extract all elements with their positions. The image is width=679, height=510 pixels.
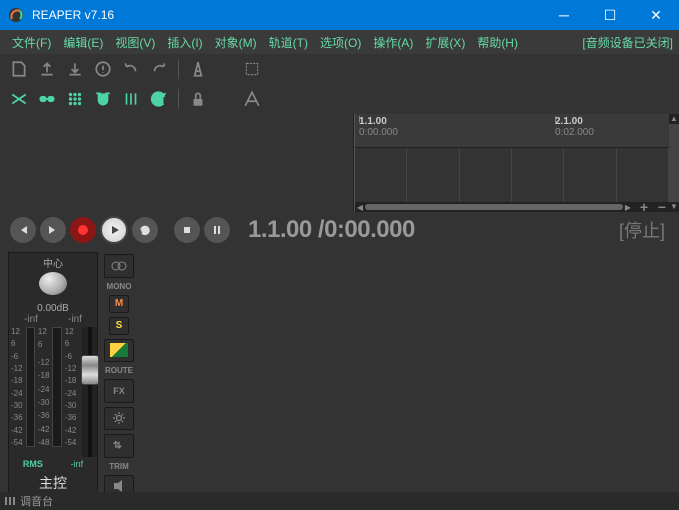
minimize-button[interactable]: ─ xyxy=(541,0,587,30)
statusbar: 调音台 xyxy=(0,492,679,510)
marquee-icon[interactable] xyxy=(241,58,263,80)
scroll-down-icon[interactable]: ▼ xyxy=(669,202,679,212)
timeline-ruler[interactable]: 1.1.00 0:00.000 2.1.00 0:02.000 xyxy=(355,114,669,148)
menu-file[interactable]: 文件(F) xyxy=(6,32,57,53)
toolbar-row-2 xyxy=(0,84,679,114)
fx-param-button[interactable] xyxy=(104,407,134,431)
meter-scale-right: 126-6-12-18-24-30-36-42-54 xyxy=(63,327,79,447)
rms-value: -inf xyxy=(71,459,84,469)
transport-state: [停止] xyxy=(619,217,665,243)
go-to-start-button[interactable] xyxy=(10,217,36,243)
play-button[interactable] xyxy=(100,216,128,244)
app-icon xyxy=(8,7,24,23)
meter-left xyxy=(26,327,35,447)
peak-right: -inf xyxy=(68,314,82,325)
route-button[interactable] xyxy=(104,339,134,363)
new-project-icon[interactable] xyxy=(8,58,30,80)
lock-icon[interactable] xyxy=(187,88,209,110)
volume-db-label[interactable]: 0.00dB xyxy=(37,303,69,314)
route-label: ROUTE xyxy=(104,366,134,375)
meter-right xyxy=(52,327,61,447)
fx-button[interactable]: FX xyxy=(104,379,134,403)
toolbar-row-1 xyxy=(0,54,679,84)
menu-extensions[interactable]: 扩展(X) xyxy=(419,32,471,53)
metronome-icon[interactable] xyxy=(187,58,209,80)
audio-device-status[interactable]: [音频设备已关闭] xyxy=(582,34,673,51)
pan-knob[interactable] xyxy=(39,272,67,295)
menu-edit[interactable]: 编辑(E) xyxy=(57,32,109,53)
volume-fader[interactable] xyxy=(82,327,97,457)
menubar: 文件(F) 编辑(E) 视图(V) 插入(I) 对象(M) 轨道(T) 选项(O… xyxy=(0,30,679,54)
meter-scale-left: 126-6-12-18-24-30-36-42-54 xyxy=(9,327,25,447)
scroll-left-icon[interactable]: ◀ xyxy=(355,203,365,212)
envelope-icon[interactable] xyxy=(241,88,263,110)
arrange-grid[interactable] xyxy=(355,148,669,202)
save-project-icon[interactable] xyxy=(64,58,86,80)
menu-track[interactable]: 轨道(T) xyxy=(263,32,314,53)
pause-button[interactable] xyxy=(204,217,230,243)
mixer-area: 中心 0.00dB -inf -inf 126-6-12-18-24-30-36… xyxy=(0,248,679,498)
mixer-icon xyxy=(4,495,16,507)
env-button[interactable] xyxy=(104,434,134,458)
zoom-in-h-button[interactable]: + xyxy=(637,199,651,215)
trim-label: TRIM xyxy=(104,462,134,471)
master-buttons-column: MONO M S ROUTE FX TRIM xyxy=(98,252,140,498)
undo-icon[interactable] xyxy=(120,58,142,80)
link-icon[interactable] xyxy=(36,88,58,110)
menu-actions[interactable]: 操作(A) xyxy=(367,32,419,53)
transport-bar: 1.1.00 /0:00.000 [停止] xyxy=(0,212,679,248)
crossfade-icon[interactable] xyxy=(8,88,30,110)
scroll-up-icon[interactable]: ▲ xyxy=(669,114,679,124)
repeat-button[interactable] xyxy=(132,217,158,243)
menu-help[interactable]: 帮助(H) xyxy=(471,32,524,53)
track-control-panel xyxy=(0,114,354,212)
ripple-icon[interactable] xyxy=(148,88,170,110)
mute-button[interactable]: M xyxy=(109,295,129,313)
grid-icon[interactable] xyxy=(64,88,86,110)
solo-button[interactable]: S xyxy=(109,317,129,335)
mixer-tab[interactable]: 调音台 xyxy=(4,493,53,509)
menu-view[interactable]: 视图(V) xyxy=(109,32,161,53)
stop-button[interactable] xyxy=(174,217,200,243)
record-button[interactable] xyxy=(70,217,96,243)
ruler-time-2: 0:02.000 xyxy=(555,127,594,138)
project-settings-icon[interactable] xyxy=(92,58,114,80)
close-button[interactable]: ✕ xyxy=(633,0,679,30)
mono-label: MONO xyxy=(104,282,134,291)
ruler-bar-1: 1.1.00 xyxy=(359,116,398,127)
timeline[interactable]: 1.1.00 0:00.000 2.1.00 0:02.000 ◀ ▶ + − xyxy=(354,114,669,212)
pan-label: 中心 xyxy=(43,255,63,270)
menu-options[interactable]: 选项(O) xyxy=(314,32,367,53)
ruler-time-1: 0:00.000 xyxy=(359,127,398,138)
titlebar: REAPER v7.16 ─ ☐ ✕ xyxy=(0,0,679,30)
peak-left: -inf xyxy=(24,314,38,325)
master-track-strip: 中心 0.00dB -inf -inf 126-6-12-18-24-30-36… xyxy=(8,252,98,498)
scroll-right-icon[interactable]: ▶ xyxy=(623,203,633,212)
meter-scale-mid: 126-12-18-24-30-36-42-48 xyxy=(36,327,52,447)
zoom-out-h-button[interactable]: − xyxy=(655,199,669,215)
mixer-tab-label: 调音台 xyxy=(20,493,53,509)
rms-label: RMS xyxy=(23,459,43,469)
horizontal-scrollbar[interactable]: ◀ ▶ + − xyxy=(355,202,669,212)
fader-handle[interactable] xyxy=(81,355,99,385)
menu-insert[interactable]: 插入(I) xyxy=(161,32,208,53)
maximize-button[interactable]: ☐ xyxy=(587,0,633,30)
snap-icon[interactable] xyxy=(92,88,114,110)
gridlines-icon[interactable] xyxy=(120,88,142,110)
window-title: REAPER v7.16 xyxy=(32,8,541,22)
ruler-bar-2: 2.1.00 xyxy=(555,116,594,127)
menu-item[interactable]: 对象(M) xyxy=(209,32,263,53)
vertical-scrollbar[interactable]: ▲ ▼ xyxy=(669,114,679,212)
open-project-icon[interactable] xyxy=(36,58,58,80)
transport-timecode[interactable]: 1.1.00 /0:00.000 xyxy=(248,216,415,244)
go-to-end-button[interactable] xyxy=(40,217,66,243)
stereo-width-button[interactable] xyxy=(104,254,134,278)
redo-icon[interactable] xyxy=(148,58,170,80)
